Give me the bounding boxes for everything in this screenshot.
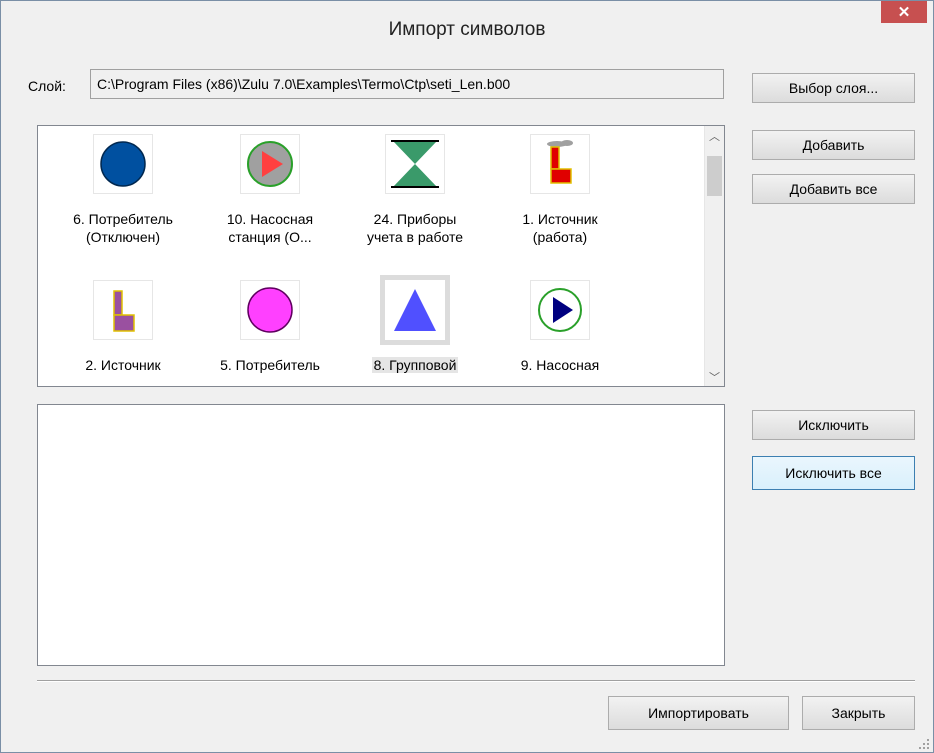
list-item[interactable]: 9. Насосная (490, 272, 630, 386)
symbol-label: 6. Потребитель (Отключен) (73, 211, 173, 245)
green-hourglass-meter-icon (385, 134, 445, 194)
list-item[interactable]: 2. Источник (53, 272, 193, 386)
window-title: Импорт символов (388, 19, 546, 40)
resize-grip-icon[interactable] (918, 737, 930, 749)
dark-blue-circle-icon (93, 134, 153, 194)
exclude-button[interactable]: Исключить (752, 410, 915, 440)
available-symbols-list[interactable]: 6. Потребитель (Отключен) 10. Насосная ста… (37, 125, 725, 387)
blue-pump-station-icon (530, 280, 590, 340)
import-button[interactable]: Импортировать (608, 696, 789, 730)
symbol-label: 5. Потребитель (220, 357, 320, 373)
selected-symbols-list[interactable] (37, 404, 725, 666)
list-item[interactable]: 6. Потребитель (Отключен) (53, 126, 193, 256)
purple-factory-source-icon (93, 280, 153, 340)
symbol-label: 10. Насосная станция (О... (226, 211, 314, 245)
layer-label: Слой: (28, 78, 66, 94)
list-item[interactable]: 1. Источник (работа) (490, 126, 630, 256)
scroll-up-icon[interactable]: ︿ (705, 126, 724, 145)
symbol-label: 9. Насосная (520, 357, 600, 373)
symbol-label: 8. Групповой (371, 357, 459, 373)
magenta-circle-icon (240, 280, 300, 340)
symbol-label: 24. Приборы учета в работе (367, 211, 463, 245)
vertical-scrollbar[interactable]: ︿ ﹀ (704, 126, 724, 386)
blue-triangle-icon (380, 275, 450, 345)
gray-pump-station-icon (240, 134, 300, 194)
close-button[interactable]: Закрыть (802, 696, 915, 730)
title-bar[interactable]: Импорт символов ✕ (1, 1, 933, 52)
layer-path-field: C:\Program Files (x86)\Zulu 7.0\Examples… (90, 69, 724, 99)
choose-layer-button[interactable]: Выбор слоя... (752, 73, 915, 103)
exclude-all-button[interactable]: Исключить все (752, 456, 915, 490)
list-item[interactable]: 5. Потребитель (200, 272, 340, 386)
add-all-button[interactable]: Добавить все (752, 174, 915, 204)
list-item-selected[interactable]: 8. Групповой (345, 272, 485, 386)
scroll-down-icon[interactable]: ﹀ (705, 367, 724, 386)
close-window-button[interactable]: ✕ (881, 1, 927, 23)
scroll-thumb[interactable] (707, 156, 722, 196)
symbol-label: 1. Источник (работа) (522, 211, 598, 245)
red-factory-source-icon (530, 134, 590, 194)
list-item[interactable]: 24. Приборы учета в работе (345, 126, 485, 256)
add-button[interactable]: Добавить (752, 130, 915, 160)
symbol-label: 2. Источник (85, 357, 161, 373)
divider (37, 680, 915, 682)
list-item[interactable]: 10. Насосная станция (О... (200, 126, 340, 256)
